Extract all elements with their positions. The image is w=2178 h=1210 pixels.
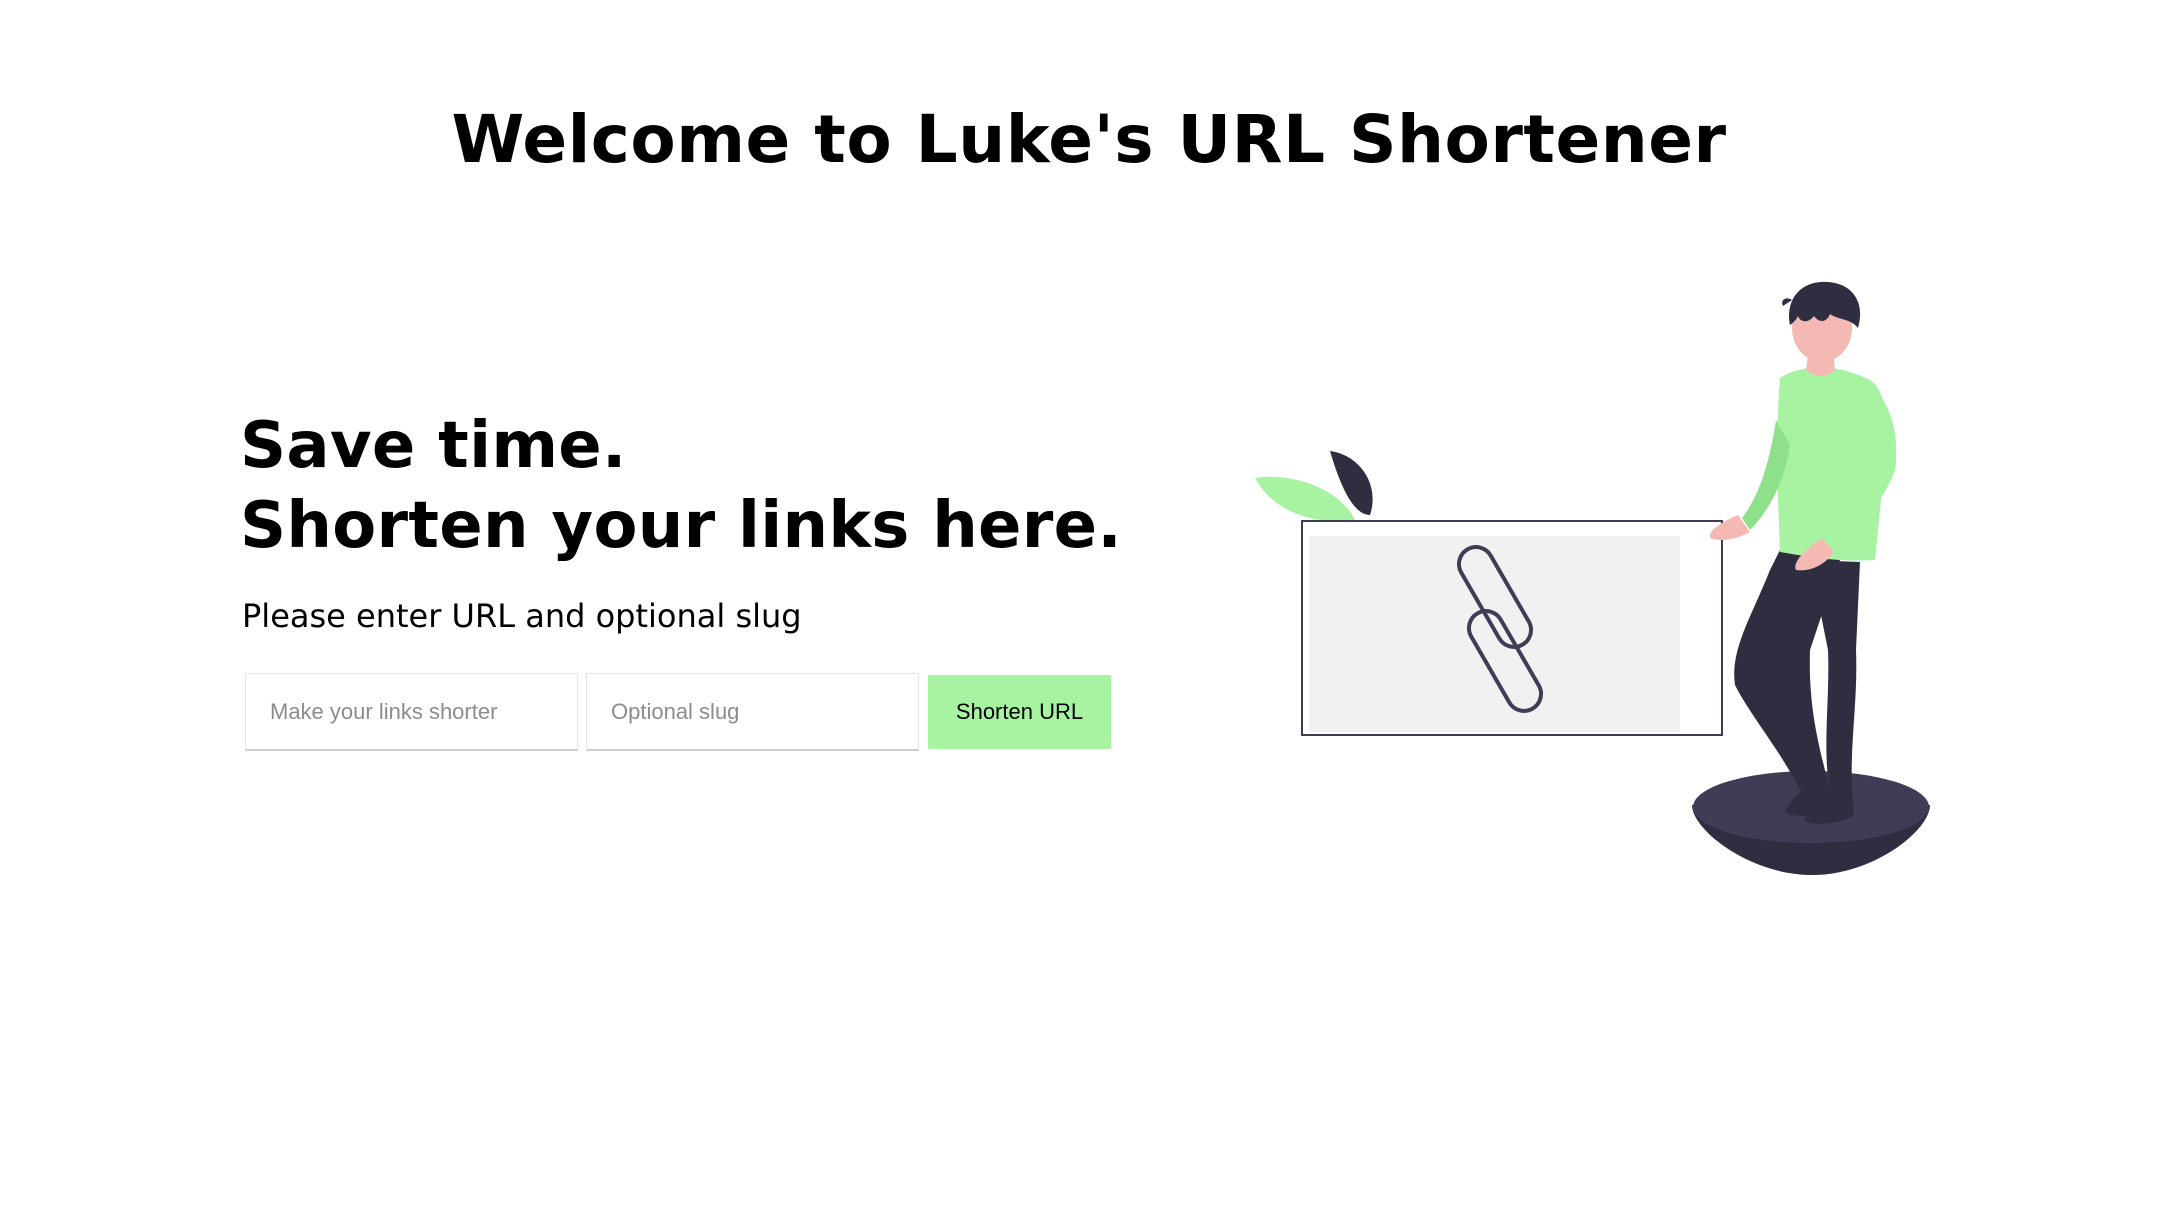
url-input[interactable] bbox=[245, 673, 578, 751]
shorten-url-button[interactable]: Shorten URL bbox=[928, 675, 1111, 749]
shorten-form: Shorten URL bbox=[245, 673, 1111, 751]
hero-heading-line-1: Save time. bbox=[240, 409, 627, 483]
slug-input[interactable] bbox=[586, 673, 919, 751]
hero-heading-line-2: Shorten your links here. bbox=[240, 489, 1122, 563]
shorten-link-illustration bbox=[1255, 281, 1930, 875]
page-title: Welcome to Luke's URL Shortener bbox=[451, 101, 1727, 178]
hero-section: Save time. Shorten your links here. Plea… bbox=[240, 406, 1140, 636]
person-figure bbox=[1709, 281, 1897, 824]
instruction-text: Please enter URL and optional slug bbox=[242, 597, 802, 635]
link-card bbox=[1301, 520, 1723, 736]
leaf-icon bbox=[1255, 451, 1373, 522]
hero-heading: Save time. Shorten your links here. bbox=[240, 406, 1140, 566]
